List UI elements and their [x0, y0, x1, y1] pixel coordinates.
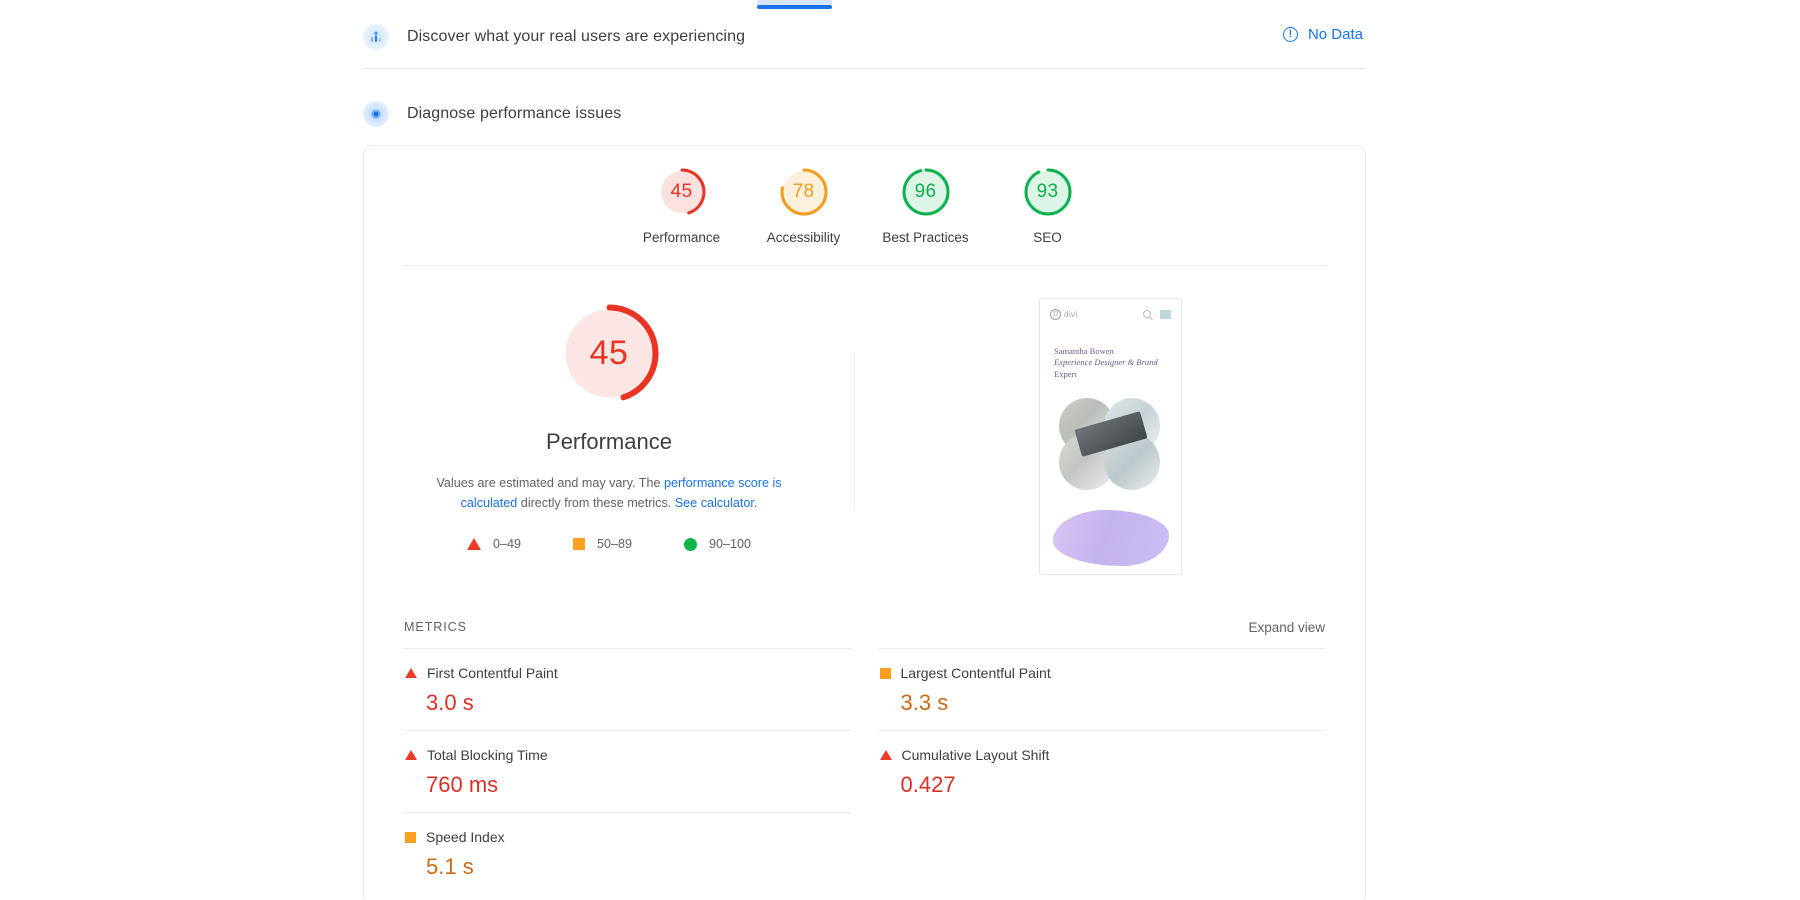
search-icon	[1143, 310, 1151, 318]
gauge-ring: 96	[900, 166, 952, 218]
square-icon	[573, 538, 585, 550]
triangle-icon	[405, 750, 417, 760]
thumbnail-navbar-actions	[1143, 310, 1171, 319]
diagnose-icon	[363, 101, 389, 127]
metric-value: 5.1 s	[426, 854, 851, 880]
metric-row[interactable]: Cumulative Layout Shift 0.427	[879, 730, 1326, 812]
circle-icon	[684, 538, 697, 551]
metric-header: Cumulative Layout Shift	[879, 747, 1326, 763]
legend-item-triangle: 0–49	[467, 537, 521, 551]
category-score-value: 93	[1022, 166, 1074, 218]
gauge-ring: 93	[1022, 166, 1074, 218]
legend-range-label: 0–49	[493, 537, 521, 551]
category-gauge-label: Accessibility	[767, 230, 841, 245]
metrics-header: METRICS Expand view	[364, 606, 1365, 648]
legend-range-label: 50–89	[597, 537, 632, 551]
metric-value: 3.3 s	[901, 690, 1326, 716]
performance-score-value: 45	[557, 301, 662, 406]
square-icon	[880, 668, 891, 679]
score-legend: 0–49 50–89 90–100	[467, 537, 751, 551]
category-score-gauges: 45 Performance 78 Accessibility 96 Best Pract…	[364, 146, 1365, 245]
metric-grid-filler	[879, 812, 1326, 894]
diagnose-section-header: Diagnose performance issues	[363, 99, 1363, 129]
triangle-icon	[405, 668, 417, 678]
performance-gauge-column: 45 Performance Values are estimated and …	[364, 266, 854, 606]
description-text-after: .	[754, 496, 758, 510]
metric-value: 0.427	[901, 772, 1326, 798]
metric-value: 760 ms	[426, 772, 851, 798]
square-icon	[405, 832, 416, 843]
metric-row[interactable]: Speed Index 5.1 s	[404, 812, 851, 894]
metric-name: First Contentful Paint	[427, 665, 558, 681]
section-divider	[363, 68, 1366, 69]
metric-row[interactable]: Total Blocking Time 760 ms	[404, 730, 851, 812]
real-user-metrics-icon	[363, 24, 389, 50]
lighthouse-report-card: 45 Performance 78 Accessibility 96 Best Pract…	[363, 145, 1366, 900]
divi-logo-mark-icon: D	[1050, 309, 1061, 320]
legend-range-label: 90–100	[709, 537, 751, 551]
real-users-title: Discover what your real users are experi…	[407, 28, 745, 46]
metric-value: 3.0 s	[426, 690, 851, 716]
metric-name: Largest Contentful Paint	[901, 665, 1051, 681]
menu-icon	[1160, 310, 1171, 319]
performance-summary-block: 45 Performance Values are estimated and …	[364, 266, 1365, 606]
category-gauge-label: Best Practices	[882, 230, 968, 245]
thumbnail-heading-line-1: Samantha Bowen	[1054, 346, 1162, 358]
category-gauge-performance[interactable]: 45 Performance	[621, 166, 743, 245]
no-data-status[interactable]: ! No Data	[1283, 26, 1363, 43]
info-icon: !	[1283, 27, 1298, 42]
page-screenshot-thumbnail[interactable]: D divi Samantha Bowen Experience Designe…	[1039, 298, 1182, 575]
metric-header: Largest Contentful Paint	[879, 665, 1326, 681]
performance-description: Values are estimated and may vary. The p…	[409, 473, 809, 513]
gauge-ring: 78	[778, 166, 830, 218]
real-users-section-header: Discover what your real users are experi…	[363, 22, 1363, 52]
category-gauge-best-practices[interactable]: 96 Best Practices	[865, 166, 987, 245]
performance-gauge-title: Performance	[546, 429, 672, 455]
thumbnail-navbar: D divi	[1040, 299, 1181, 320]
legend-item-circle: 90–100	[684, 537, 751, 551]
thumbnail-logo: D divi	[1050, 309, 1078, 320]
description-text-before: Values are estimated and may vary. The	[436, 476, 664, 490]
metrics-title: METRICS	[404, 620, 467, 634]
thumbnail-heading-line-3: Expert	[1054, 369, 1162, 381]
diagnose-title: Diagnose performance issues	[407, 105, 621, 123]
metrics-grid: First Contentful Paint 3.0 s Largest Conte…	[364, 648, 1365, 894]
metric-row[interactable]: Largest Contentful Paint 3.3 s	[879, 648, 1326, 730]
triangle-icon	[880, 750, 892, 760]
metric-row[interactable]: First Contentful Paint 3.0 s	[404, 648, 851, 730]
category-score-value: 78	[778, 166, 830, 218]
thumbnail-purple-blob	[1053, 510, 1169, 566]
page-thumbnail-column: D divi Samantha Bowen Experience Designe…	[854, 266, 1366, 606]
thumbnail-photo-cluster	[1059, 398, 1162, 490]
metric-name: Cumulative Layout Shift	[902, 747, 1050, 763]
category-gauge-label: Performance	[643, 230, 720, 245]
pagespeed-report-page: Discover what your real users are experi…	[0, 0, 1800, 900]
category-gauge-label: SEO	[1033, 230, 1062, 245]
expand-view-button[interactable]: Expand view	[1248, 620, 1325, 635]
gauge-ring: 45	[656, 166, 708, 218]
metric-name: Total Blocking Time	[427, 747, 548, 763]
see-calculator-link[interactable]: See calculator	[675, 496, 754, 510]
thumbnail-heading-line-2: Experience Designer & Brand	[1054, 357, 1162, 369]
thumbnail-heading: Samantha Bowen Experience Designer & Bra…	[1054, 346, 1162, 381]
category-score-value: 45	[656, 166, 708, 218]
description-text-middle: directly from these metrics.	[517, 496, 674, 510]
performance-gauge[interactable]: 45	[557, 301, 662, 406]
metric-name: Speed Index	[426, 829, 505, 845]
no-data-label: No Data	[1308, 26, 1363, 43]
legend-item-square: 50–89	[573, 537, 632, 551]
metric-header: First Contentful Paint	[404, 665, 851, 681]
category-gauge-accessibility[interactable]: 78 Accessibility	[743, 166, 865, 245]
triangle-icon	[467, 538, 481, 550]
category-score-value: 96	[900, 166, 952, 218]
metric-header: Total Blocking Time	[404, 747, 851, 763]
thumbnail-logo-text: divi	[1064, 310, 1078, 319]
category-gauge-seo[interactable]: 93 SEO	[987, 166, 1109, 245]
active-tab-underline[interactable]	[757, 5, 832, 9]
metric-header: Speed Index	[404, 829, 851, 845]
